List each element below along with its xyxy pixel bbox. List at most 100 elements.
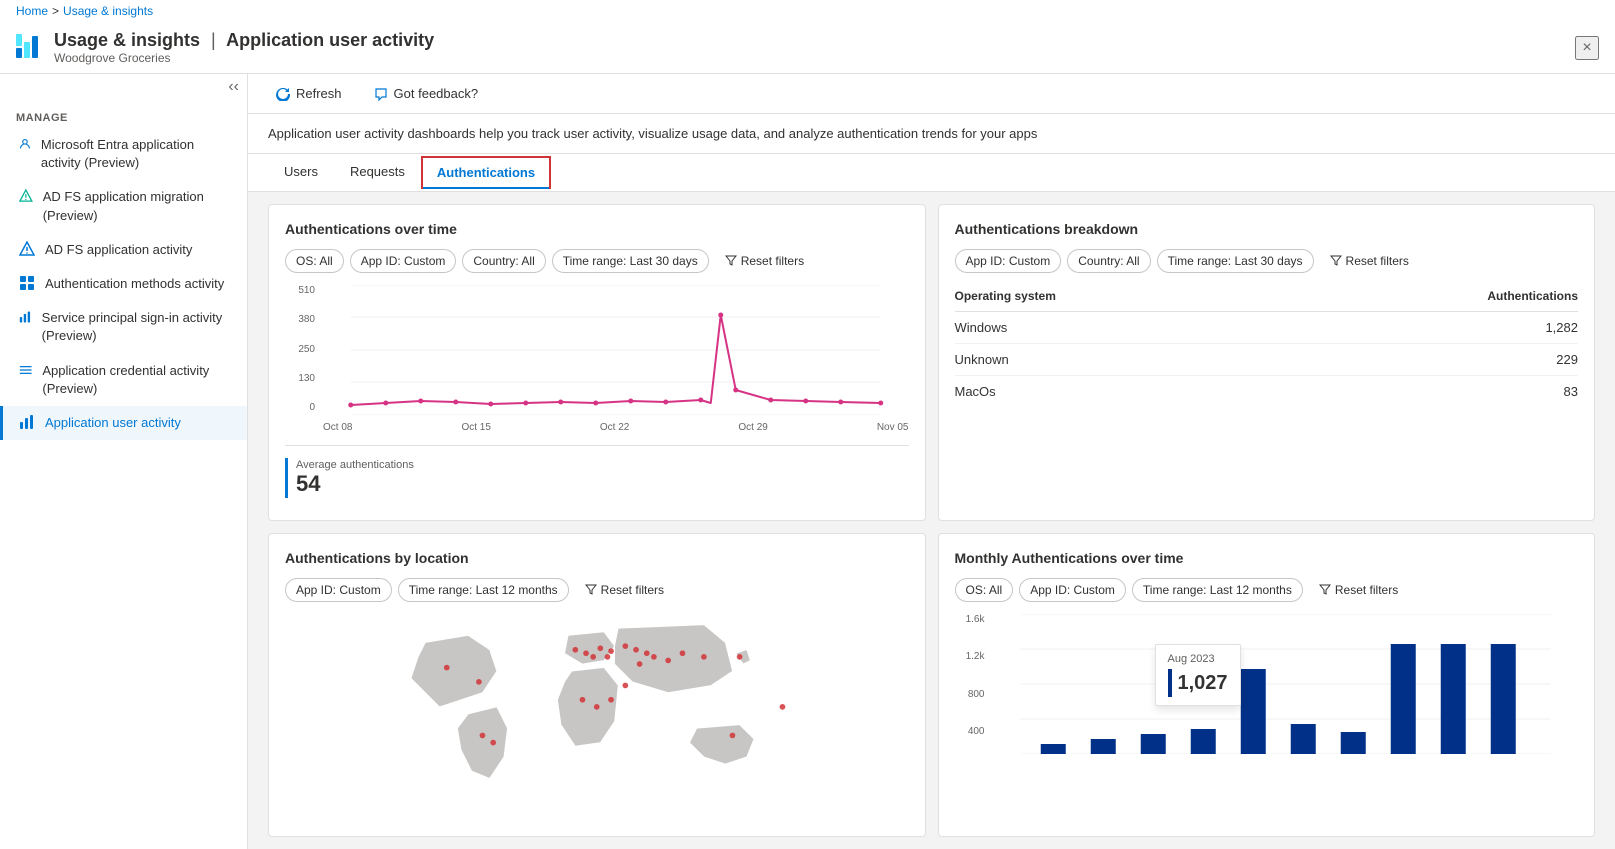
monthly-auth-title: Monthly Authentications over time [955, 550, 1579, 566]
monthly-filter-appid[interactable]: App ID: Custom [1019, 578, 1126, 602]
tab-users[interactable]: Users [268, 154, 334, 191]
org-name: Woodgrove Groceries [54, 51, 434, 65]
close-button[interactable]: × [1575, 36, 1599, 60]
auth-breakdown-title: Authentications breakdown [955, 221, 1579, 237]
header-logo-area: Usage & insights | Application user acti… [16, 30, 1575, 65]
sidebar-collapse-icon[interactable]: ‹‹ [228, 78, 239, 96]
dashboard-grid: Authentications over time OS: All App ID… [248, 192, 1615, 849]
filter-timerange[interactable]: Time range: Last 30 days [552, 249, 709, 273]
sidebar-item-auth-methods[interactable]: Authentication methods activity [0, 267, 247, 301]
chart2-icon [19, 414, 35, 430]
sidebar-item-adfs-migration-label: AD FS application migration (Preview) [43, 188, 231, 224]
breadcrumb-separator: > [52, 4, 59, 18]
breakdown-filter-country[interactable]: Country: All [1067, 249, 1150, 273]
y-axis-2: 1.6k 1.2k 800 400 [955, 614, 985, 757]
page-header: Usage & insights | Application user acti… [0, 22, 1615, 74]
line-chart-svg [323, 285, 909, 415]
breakdown-filter-appid[interactable]: App ID: Custom [955, 249, 1062, 273]
feedback-button[interactable]: Got feedback? [366, 82, 487, 105]
reset-filters-btn-4[interactable]: Reset filters [1309, 578, 1408, 602]
sidebar-item-app-user-activity-label: Application user activity [45, 414, 181, 432]
tabs-bar: Users Requests Authentications [248, 154, 1615, 192]
adfs-migration-icon [19, 188, 33, 204]
x-axis-1: Oct 08 Oct 15 Oct 22 Oct 29 Nov 05 [323, 422, 909, 433]
breakdown-table: Operating system Authentications Windows… [955, 285, 1579, 407]
refresh-button[interactable]: Refresh [268, 82, 350, 105]
chart-icon [19, 309, 32, 325]
sidebar: ‹‹ Manage Microsoft Entra application ac… [0, 74, 248, 849]
bar-chart-svg-wrapper [993, 614, 1579, 757]
breakdown-row-unknown: Unknown 229 [955, 344, 1579, 376]
tooltip-date: Aug 2023 [1168, 653, 1228, 665]
average-block: Average authentications 54 [285, 445, 909, 498]
bar-chart-svg [993, 614, 1579, 754]
line-chart-inner: Oct 08 Oct 15 Oct 22 Oct 29 Nov 05 [323, 285, 909, 433]
reset-filters-btn-3[interactable]: Reset filters [575, 578, 674, 602]
breakdown-filter-timerange[interactable]: Time range: Last 30 days [1157, 249, 1314, 273]
world-map [285, 614, 909, 814]
auth-over-time-card: Authentications over time OS: All App ID… [268, 204, 926, 521]
reset-filters-btn-2[interactable]: Reset filters [1320, 249, 1419, 273]
filter-icon-1 [725, 255, 737, 267]
bar-chart-wrapper: Aug 2023 1,027 1.6k 1.2k 800 400 [955, 614, 1579, 757]
avg-value: 54 [296, 471, 414, 497]
tooltip-value: 1,027 [1168, 669, 1228, 697]
auth-over-time-filters: OS: All App ID: Custom Country: All Time… [285, 249, 909, 273]
sidebar-item-app-user-activity[interactable]: Application user activity [0, 406, 247, 440]
breakdown-row-macos: MacOs 83 [955, 376, 1579, 407]
sidebar-item-entra-app[interactable]: Microsoft Entra application activity (Pr… [0, 128, 247, 180]
page-title: Usage & insights | Application user acti… [54, 30, 434, 51]
sidebar-item-auth-methods-label: Authentication methods activity [45, 275, 224, 293]
sidebar-item-service-principal[interactable]: Service principal sign-in activity (Prev… [0, 301, 247, 353]
breadcrumb-current: Usage & insights [63, 4, 153, 18]
monthly-filter-os[interactable]: OS: All [955, 578, 1014, 602]
breakdown-header: Operating system Authentications [955, 285, 1579, 312]
y-axis-1: 510 380 250 130 0 [285, 285, 315, 433]
line-chart-wrapper: 510 380 250 130 0 [285, 285, 909, 433]
map-svg [285, 614, 909, 814]
tab-requests[interactable]: Requests [334, 154, 421, 191]
sidebar-item-entra-app-label: Microsoft Entra application activity (Pr… [41, 136, 231, 172]
content-area: Refresh Got feedback? Application user a… [248, 74, 1615, 849]
auth-by-location-title: Authentications by location [285, 550, 909, 566]
app-logo-icon [16, 34, 44, 62]
auth-by-location-filters: App ID: Custom Time range: Last 12 month… [285, 578, 909, 602]
refresh-icon [276, 87, 290, 101]
monthly-auth-filters: OS: All App ID: Custom Time range: Last … [955, 578, 1579, 602]
bar-chart-inner-wrapper: 1.6k 1.2k 800 400 [955, 614, 1579, 757]
page-description: Application user activity dashboards hel… [248, 114, 1615, 154]
filter-icon-3 [585, 584, 597, 596]
lines-icon [19, 362, 32, 378]
sidebar-section-manage: Manage [0, 100, 247, 128]
toolbar: Refresh Got feedback? [248, 74, 1615, 114]
avg-label: Average authentications [296, 459, 414, 471]
monthly-filter-timerange[interactable]: Time range: Last 12 months [1132, 578, 1303, 602]
sidebar-item-app-credential[interactable]: Application credential activity (Preview… [0, 354, 247, 406]
sidebar-item-adfs-activity[interactable]: AD FS application activity [0, 233, 247, 267]
tooltip-bar [1168, 669, 1172, 697]
adfs-activity-icon [19, 241, 35, 257]
filter-icon-4 [1319, 584, 1331, 596]
auth-by-location-card: Authentications by location App ID: Cust… [268, 533, 926, 837]
sidebar-item-adfs-migration[interactable]: AD FS application migration (Preview) [0, 180, 247, 232]
filter-country[interactable]: Country: All [462, 249, 545, 273]
tab-authentications[interactable]: Authentications [421, 156, 551, 189]
avg-bar-indicator [285, 458, 288, 498]
breakdown-row-windows: Windows 1,282 [955, 312, 1579, 344]
reset-filters-btn-1[interactable]: Reset filters [715, 249, 814, 273]
auth-breakdown-card: Authentications breakdown App ID: Custom… [938, 204, 1596, 521]
breadcrumb: Home > Usage & insights [0, 0, 1615, 22]
person-icon [19, 136, 31, 152]
avg-content: Average authentications 54 [296, 459, 414, 497]
breadcrumb-home[interactable]: Home [16, 4, 48, 18]
sidebar-item-app-credential-label: Application credential activity (Preview… [42, 362, 231, 398]
filter-os[interactable]: OS: All [285, 249, 344, 273]
location-filter-appid[interactable]: App ID: Custom [285, 578, 392, 602]
sidebar-item-service-principal-label: Service principal sign-in activity (Prev… [42, 309, 231, 345]
location-filter-timerange[interactable]: Time range: Last 12 months [398, 578, 569, 602]
filter-appid[interactable]: App ID: Custom [350, 249, 457, 273]
grid-icon [19, 275, 35, 291]
auth-over-time-title: Authentications over time [285, 221, 909, 237]
monthly-auth-card: Monthly Authentications over time OS: Al… [938, 533, 1596, 837]
sidebar-item-adfs-activity-label: AD FS application activity [45, 241, 192, 259]
